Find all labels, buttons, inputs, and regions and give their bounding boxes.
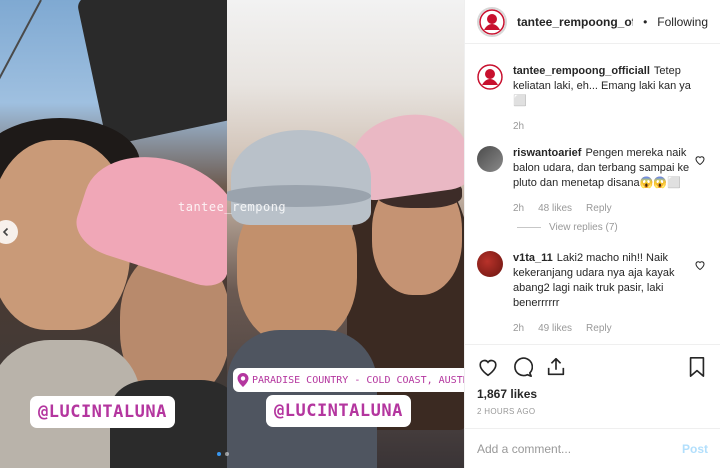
comment-meta: 2h 48 likes Reply (513, 201, 694, 216)
reply-button[interactable]: Reply (586, 321, 612, 336)
post-timestamp: 2 HOURS AGO (477, 407, 536, 416)
comment-item: v1ta_11 Laki2 macho nih!! Naik kekeranjan… (477, 251, 708, 336)
comments-list[interactable]: tantee_rempoong_officiall Tetep keliatan … (465, 44, 720, 344)
carousel-dot (225, 452, 229, 456)
post-actions (477, 351, 708, 383)
add-comment-bar: Post (465, 428, 720, 468)
bookmark-icon[interactable] (686, 356, 708, 378)
watermark-text: tantee_rempong (178, 200, 287, 214)
chevron-left-icon (2, 227, 9, 237)
add-comment-input[interactable] (477, 441, 682, 456)
heart-icon[interactable] (694, 154, 706, 166)
comment-item: riswantoarief Pengen mereka naik balon ud… (477, 146, 708, 216)
comment-username[interactable]: riswantoarief (513, 147, 581, 159)
commenter-avatar[interactable] (477, 251, 503, 277)
view-replies-line (517, 227, 541, 228)
caption-body: tantee_rempoong_officiall Tetep keliatan … (513, 64, 708, 134)
post-side-panel: tantee_rempoong_offic • Following tantee… (464, 0, 720, 468)
post-header: tantee_rempoong_offic • Following (465, 0, 720, 44)
comment-likes[interactable]: 48 likes (538, 201, 572, 216)
following-button[interactable]: Following (657, 15, 708, 29)
author-username[interactable]: tantee_rempoong_offic (517, 15, 633, 29)
caption-age: 2h (513, 121, 525, 132)
comment-age: 2h (513, 323, 525, 334)
view-replies-label: View replies (7) (549, 222, 618, 233)
caption: tantee_rempoong_officiall Tetep keliatan … (477, 64, 708, 134)
carousel-dot-active (217, 452, 221, 456)
mention-sticker: @LUCINTALUNA (30, 396, 175, 428)
comment-age: 2h (513, 203, 525, 214)
caption-meta: 2h (513, 119, 694, 134)
location-sticker: PARADISE COUNTRY - COLD COAST, AUSTRALIA (233, 368, 464, 392)
share-icon[interactable] (545, 356, 567, 378)
post-comment-button[interactable]: Post (682, 442, 708, 456)
heart-icon[interactable] (694, 259, 706, 271)
author-avatar[interactable] (477, 6, 507, 37)
location-sticker-text: PARADISE COUNTRY - COLD COAST, AUSTRALIA (252, 374, 464, 386)
mention-sticker: @LUCINTALUNA (266, 395, 411, 427)
view-replies-button[interactable]: View replies (7) (517, 222, 708, 233)
carousel-dots (217, 452, 229, 456)
header-separator: • (643, 14, 648, 29)
comment-username[interactable]: v1ta_11 (513, 252, 553, 264)
caption-emoji: ⬜ (513, 95, 527, 107)
likes-count[interactable]: 1,867 likes (477, 387, 708, 401)
author-avatar[interactable] (477, 64, 503, 90)
post-actions-section: 1,867 likes 2 HOURS AGO (465, 344, 720, 428)
reply-button[interactable]: Reply (586, 201, 612, 216)
instagram-post-view: @LUCINTALUNA tantee_rempong PARADISE COU… (0, 0, 720, 468)
heart-icon[interactable] (477, 356, 499, 378)
comment-meta: 2h 49 likes Reply (513, 321, 694, 336)
pin-icon (237, 373, 249, 387)
comment-body: riswantoarief Pengen mereka naik balon ud… (513, 146, 708, 216)
balloon-rope (0, 0, 42, 133)
caption-username[interactable]: tantee_rempoong_officiall (513, 65, 650, 77)
post-media[interactable]: @LUCINTALUNA tantee_rempong PARADISE COU… (0, 0, 464, 468)
commenter-avatar[interactable] (477, 146, 503, 172)
comment-body: v1ta_11 Laki2 macho nih!! Naik kekeranjan… (513, 251, 708, 336)
comment-likes[interactable]: 49 likes (538, 321, 572, 336)
comment-icon[interactable] (511, 356, 533, 378)
media-frame-left: @LUCINTALUNA (0, 0, 227, 468)
